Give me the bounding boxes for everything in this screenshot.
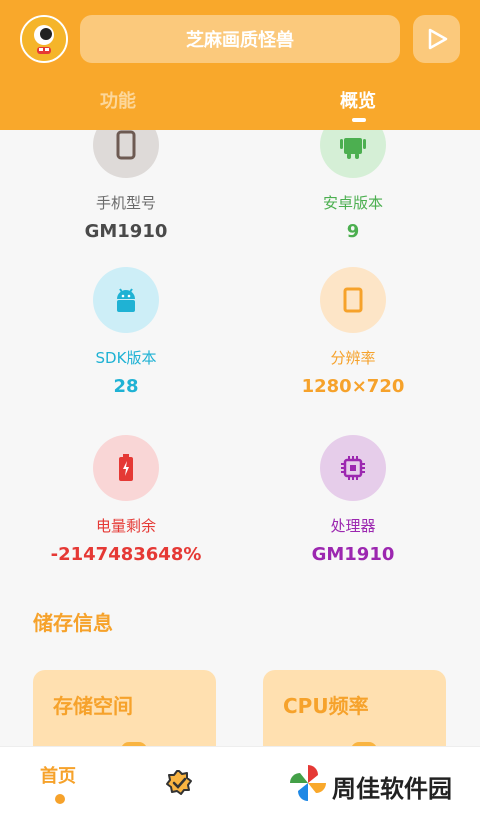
cpu-frequency-card[interactable]: CPU频率 <box>263 670 446 746</box>
info-processor: 处理器 GM1910 <box>273 435 433 565</box>
battery-icon-circle <box>93 435 159 501</box>
tab-indicator <box>352 118 366 122</box>
info-value: 28 <box>113 376 139 397</box>
storage-space-card[interactable]: 存储空间 <box>33 670 216 746</box>
screen-icon-circle <box>320 267 386 333</box>
info-value: 9 <box>346 221 360 242</box>
info-label: 电量剩余 <box>95 517 156 535</box>
info-resolution: 分辨率 1280×720 <box>273 267 433 397</box>
info-value: GM1910 <box>311 544 395 565</box>
watermark: 周佳软件园 <box>280 747 480 821</box>
tab-overview[interactable]: 概览 <box>340 87 376 113</box>
overview-content: 手机型号 GM1910 安卓版本 9 SDK版本 28 分辨率 1280×720… <box>0 130 480 746</box>
pinwheel-logo-icon <box>290 765 326 801</box>
info-sdk-version: SDK版本 28 <box>46 267 206 397</box>
watermark-text: 周佳软件园 <box>332 775 452 803</box>
avatar[interactable] <box>20 15 68 63</box>
play-icon <box>428 28 447 50</box>
info-value: -2147483648% <box>50 544 202 565</box>
app-title-button[interactable]: 芝麻画质怪兽 <box>80 15 400 63</box>
card-title: 存储空间 <box>53 694 133 718</box>
info-value: GM1910 <box>84 221 168 242</box>
cpu-icon <box>341 456 365 480</box>
nav-home[interactable]: 首页 <box>40 762 76 788</box>
storage-section-title: 储存信息 <box>33 611 113 635</box>
info-battery: 电量剩余 -2147483648% <box>46 435 206 565</box>
tab-function[interactable]: 功能 <box>100 87 136 113</box>
info-label: 分辨率 <box>330 349 376 367</box>
nav-active-dot <box>55 794 65 804</box>
sdk-icon-circle <box>93 267 159 333</box>
info-android-version: 安卓版本 9 <box>273 130 433 242</box>
info-label: 安卓版本 <box>322 194 383 212</box>
phone-icon <box>116 130 136 160</box>
card-title: CPU频率 <box>283 694 369 718</box>
play-button[interactable] <box>413 15 460 63</box>
android-head-icon <box>117 288 135 312</box>
info-phone-model: 手机型号 GM1910 <box>46 130 206 242</box>
info-label: SDK版本 <box>95 349 157 367</box>
info-label: 处理器 <box>330 517 376 535</box>
battery-icon <box>119 454 133 481</box>
info-value: 1280×720 <box>301 376 405 397</box>
info-label: 手机型号 <box>95 194 156 212</box>
bottom-nav: 首页 周佳软件园 <box>0 746 480 821</box>
app-header: 芝麻画质怪兽 功能 概览 <box>0 0 480 130</box>
cpu-icon-circle <box>320 435 386 501</box>
screen-icon <box>343 287 363 313</box>
android-icon <box>340 138 366 159</box>
app-title: 芝麻画质怪兽 <box>186 30 294 51</box>
badge-check-icon[interactable] <box>165 769 193 797</box>
android-icon-circle <box>320 130 386 178</box>
phone-icon-circle <box>93 130 159 178</box>
